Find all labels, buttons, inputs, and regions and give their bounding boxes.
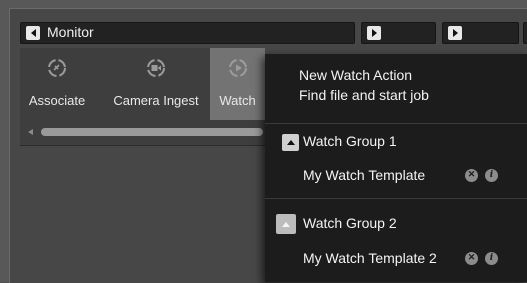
watch-template-2-item[interactable]: My Watch Template 2 — [303, 250, 437, 266]
camera-ingest-icon — [147, 59, 165, 77]
collapse-group-2-button[interactable] — [276, 214, 296, 234]
collapse-group-1-button[interactable] — [282, 134, 299, 151]
new-watch-action-item[interactable]: New Watch Action — [299, 67, 412, 83]
panel-header-2 — [361, 22, 436, 44]
watch-group-1-label[interactable]: Watch Group 1 — [303, 133, 397, 149]
info-icon[interactable]: i — [485, 169, 498, 182]
chevron-right-icon — [452, 29, 458, 37]
monitor-title: Monitor — [47, 24, 94, 40]
watch-label: Watch — [219, 93, 256, 108]
menu-divider — [265, 123, 527, 124]
expand-panel-button[interactable] — [448, 26, 462, 40]
close-icon[interactable]: ✕ — [465, 169, 478, 182]
chevron-up-icon — [282, 221, 290, 227]
horizontal-scrollbar[interactable] — [28, 128, 263, 136]
expand-panel-button[interactable] — [367, 26, 381, 40]
close-icon[interactable]: ✕ — [465, 252, 478, 265]
watch-group-2-label[interactable]: Watch Group 2 — [303, 215, 397, 231]
scroll-left-icon[interactable] — [28, 129, 33, 135]
monitor-header: Monitor — [20, 22, 355, 44]
menu-divider — [265, 198, 527, 199]
associate-tool[interactable]: Associate — [20, 48, 94, 120]
watch-menu: New Watch Action Find file and start job… — [265, 54, 527, 282]
find-file-start-job-item[interactable]: Find file and start job — [299, 87, 429, 103]
chevron-right-icon — [371, 29, 377, 37]
collapse-monitor-button[interactable] — [26, 26, 40, 40]
panel-header-4 — [523, 22, 527, 44]
chevron-up-icon — [286, 140, 295, 145]
chevron-left-icon — [30, 29, 36, 37]
watch-icon — [228, 59, 247, 77]
monitor-panel: Associate Camera Ingest Watch — [20, 48, 265, 146]
watch-tool[interactable]: Watch — [210, 48, 265, 120]
scrollbar-thumb[interactable] — [41, 128, 263, 136]
panel-header-3 — [442, 22, 519, 44]
watch-template-1-item[interactable]: My Watch Template — [303, 167, 425, 183]
app-frame: Monitor Associate Camera Ingest Watch Ne… — [0, 0, 527, 283]
camera-ingest-tool[interactable]: Camera Ingest — [106, 48, 206, 120]
camera-ingest-label: Camera Ingest — [113, 93, 199, 108]
associate-icon — [48, 59, 66, 77]
info-icon[interactable]: i — [485, 252, 498, 265]
associate-label: Associate — [28, 93, 86, 108]
